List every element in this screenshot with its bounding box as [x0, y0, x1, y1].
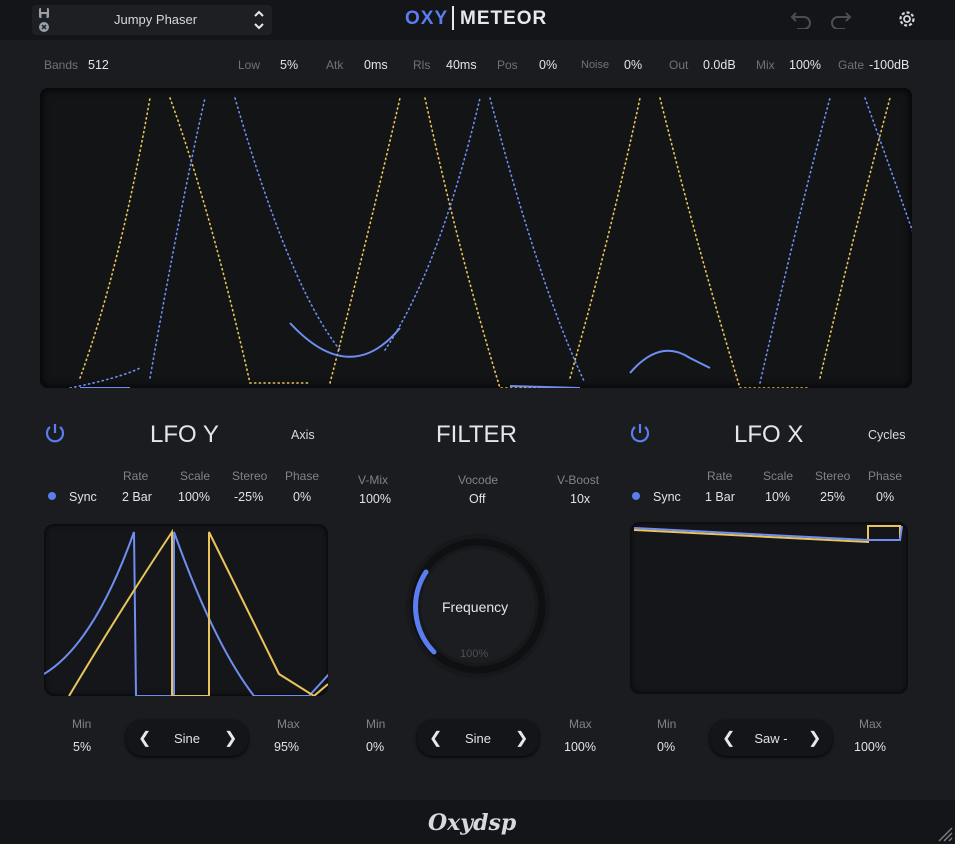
filter-min-label: Min [366, 717, 386, 731]
lfo-y-phase-value[interactable]: 0% [293, 490, 311, 504]
gate-label: Gate [838, 58, 865, 72]
lfo-y-axis-tag[interactable]: Axis [291, 428, 315, 442]
lfo-x-sync-indicator[interactable] [632, 492, 640, 500]
filter-max-label: Max [569, 717, 592, 731]
mix-value[interactable]: 100% [789, 58, 821, 72]
low-value[interactable]: 5% [280, 58, 298, 72]
filter-max-value[interactable]: 100% [564, 740, 596, 754]
spectrum-display[interactable] [40, 88, 916, 389]
lfo-x-shape-selector[interactable]: ❮ Saw - ❯ [710, 720, 832, 756]
gear-icon[interactable] [896, 8, 918, 30]
lfo-x-sync-label[interactable]: Sync [653, 490, 681, 504]
lfo-x-stereo-value[interactable]: 25% [820, 490, 845, 504]
frequency-knob-label: Frequency [442, 599, 509, 615]
resize-icon[interactable] [937, 826, 953, 842]
frequency-knob[interactable]: Frequency 100% [404, 532, 552, 680]
lfo-y-scale-value[interactable]: 100% [178, 490, 210, 504]
mix-label: Mix [756, 58, 775, 72]
filter-title: FILTER [436, 421, 517, 448]
pos-value[interactable]: 0% [539, 58, 557, 72]
filter-vocode-label: Vocode [458, 473, 499, 487]
low-label: Low [238, 58, 261, 72]
filter-vocode-value[interactable]: Off [469, 492, 485, 506]
rls-value[interactable]: 40ms [446, 58, 477, 72]
lfo-y-chevron-right-icon[interactable]: ❯ [224, 728, 237, 748]
lfo-x-phase-label: Phase [868, 469, 903, 483]
lfo-x-chevron-right-icon[interactable]: ❯ [808, 728, 821, 748]
preset-name: Jumpy Phaser [114, 12, 198, 27]
lfo-x-power-icon[interactable] [628, 421, 652, 445]
atk-value[interactable]: 0ms [364, 58, 388, 72]
lfo-x-scale-value[interactable]: 10% [765, 490, 790, 504]
out-label: Out [669, 58, 689, 72]
lfo-y-graph[interactable] [43, 524, 330, 698]
filter-min-value[interactable]: 0% [366, 740, 384, 754]
lfo-y-max-value[interactable]: 95% [274, 740, 299, 754]
filter-chevron-right-icon[interactable]: ❯ [515, 728, 528, 748]
save-icon[interactable] [38, 7, 50, 19]
bands-value[interactable]: 512 [88, 58, 109, 72]
lfo-x-stereo-label: Stereo [815, 469, 851, 483]
out-value[interactable]: 0.0dB [703, 58, 736, 72]
filter-shape-selector[interactable]: ❮ Sine ❯ [417, 720, 539, 756]
logo-oxy: OXY [405, 8, 449, 29]
rls-label: Rls [413, 58, 431, 72]
lfo-x-waveform [633, 525, 903, 544]
lfo-y-min-value[interactable]: 5% [73, 740, 91, 754]
lfo-y-max-label: Max [277, 717, 300, 731]
lfo-y-title: LFO Y [150, 421, 219, 448]
lfo-y-phase-label: Phase [285, 469, 320, 483]
lfo-x-max-value[interactable]: 100% [854, 740, 886, 754]
redo-icon[interactable] [829, 9, 853, 29]
lfo-y-shape-selector[interactable]: ❮ Sine ❯ [126, 720, 248, 756]
lfo-y-sync-label[interactable]: Sync [69, 490, 97, 504]
lfo-y-rate-value[interactable]: 2 Bar [122, 490, 152, 504]
gate-value[interactable]: -100dB [869, 58, 909, 72]
lfo-x-min-value[interactable]: 0% [657, 740, 675, 754]
filter-vboost-value[interactable]: 10x [570, 492, 590, 506]
lfo-y-stereo-label: Stereo [232, 469, 268, 483]
bands-label: Bands [44, 58, 79, 72]
brand-logo: Oxydsp [428, 810, 517, 836]
lfo-y-rate-label: Rate [123, 469, 149, 483]
lfo-x-scale-label: Scale [763, 469, 794, 483]
lfo-y-power-icon[interactable] [43, 421, 67, 445]
logo-meteor: METEOR [460, 8, 548, 29]
atk-label: Atk [326, 58, 344, 72]
lfo-x-rate-label: Rate [707, 469, 733, 483]
lfo-y-min-label: Min [72, 717, 92, 731]
filter-vmix-label: V-Mix [358, 473, 388, 487]
noise-value[interactable]: 0% [624, 58, 642, 72]
lfo-x-rate-value[interactable]: 1 Bar [705, 490, 735, 504]
lfo-x-graph[interactable] [630, 522, 908, 694]
pos-label: Pos [497, 58, 518, 72]
close-icon[interactable] [38, 21, 50, 33]
undo-icon[interactable] [789, 9, 813, 29]
lfo-x-cycles-tag[interactable]: Cycles [868, 428, 906, 442]
lfo-x-phase-value[interactable]: 0% [876, 490, 894, 504]
noise-label: Noise [581, 59, 610, 71]
lfo-x-min-label: Min [657, 717, 677, 731]
lfo-y-waveform [43, 528, 330, 698]
frequency-knob-value: 100% [460, 648, 489, 660]
lfo-y-stereo-value[interactable]: -25% [234, 490, 263, 504]
lfo-x-max-label: Max [859, 717, 882, 731]
updown-chevron-icon[interactable] [252, 8, 266, 32]
filter-vboost-label: V-Boost [557, 473, 600, 487]
lfo-x-title: LFO X [734, 421, 804, 448]
lfo-y-scale-label: Scale [180, 469, 211, 483]
filter-vmix-value[interactable]: 100% [359, 492, 391, 506]
spectrum-curves [69, 97, 916, 389]
lfo-y-sync-indicator[interactable] [48, 492, 56, 500]
logo-separator [452, 6, 454, 30]
